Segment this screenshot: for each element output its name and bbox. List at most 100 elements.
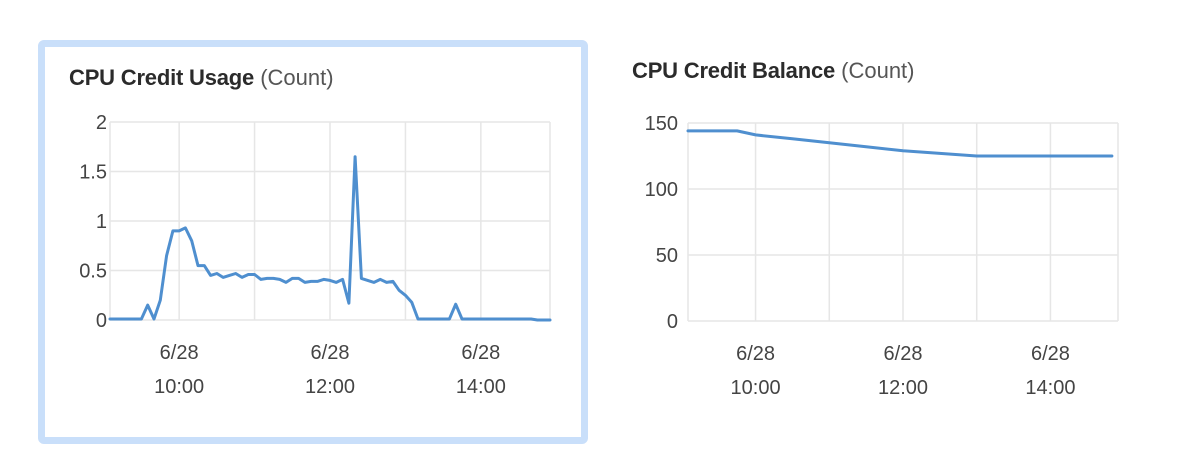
y-tick-label: 150: [645, 113, 678, 135]
y-tick-label: 1.5: [79, 162, 107, 184]
data-point: [366, 279, 369, 282]
data-point: [234, 272, 237, 275]
x-tick-label-time: 10:00: [154, 376, 204, 398]
data-point: [153, 318, 155, 320]
y-tick-label: 2: [96, 112, 107, 134]
data-point: [140, 318, 143, 320]
data-point: [159, 299, 162, 301]
chart-svg: 0 50 100 150 6/28 10:00 6/28 12:00 6/28 14:00: [645, 113, 1119, 399]
data-point: [517, 318, 520, 320]
data-point: [492, 318, 495, 320]
data-point: [222, 276, 224, 279]
data-point: [423, 318, 426, 320]
data-point: [209, 274, 212, 277]
x-tick-label-date: 6/28: [311, 342, 350, 364]
y-tick-label: 100: [645, 179, 678, 201]
data-point: [530, 318, 532, 320]
data-point: [828, 142, 831, 144]
data-point: [486, 318, 488, 320]
data-point: [436, 318, 438, 320]
data-point: [266, 277, 268, 280]
data-point: [310, 280, 312, 283]
data-point: [536, 319, 539, 321]
data-point: [360, 277, 363, 280]
data-point: [404, 294, 407, 297]
data-point: [272, 277, 275, 280]
data-point: [398, 289, 400, 292]
data-point: [228, 274, 231, 277]
data-point: [109, 318, 111, 320]
data-point: [902, 149, 904, 152]
data-point: [291, 277, 294, 280]
data-point: [417, 318, 419, 320]
data-point: [216, 272, 218, 275]
data-point: [134, 318, 136, 320]
data-point: [1111, 155, 1113, 157]
data-point: [165, 254, 168, 257]
data-point: [278, 278, 281, 281]
data-point: [454, 303, 457, 306]
data-point: [297, 277, 300, 280]
x-tick-label-time: 12:00: [305, 376, 355, 398]
data-point: [939, 152, 941, 155]
chart-svg: 0 0.5 1 1.5 2 6/28 10:00 6/28 12:00 6/28 14:00: [79, 112, 552, 398]
data-point: [115, 318, 118, 320]
x-tick-label-date: 6/28: [160, 342, 199, 364]
data-point: [354, 155, 356, 158]
x-tick-label-date: 6/28: [1031, 343, 1070, 365]
data-point: [203, 264, 206, 267]
data-point: [754, 134, 757, 136]
y-tick-label: 1: [96, 211, 107, 233]
data-point: [260, 278, 262, 281]
x-tick-label-time: 14:00: [456, 376, 506, 398]
data-point: [341, 278, 344, 281]
data-point: [392, 280, 394, 283]
data-point: [687, 130, 689, 132]
x-tick-label-time: 12:00: [878, 377, 928, 399]
data-point: [975, 155, 978, 157]
data-point: [385, 281, 388, 284]
data-point: [247, 273, 250, 276]
cpu-credit-balance-panel[interactable]: CPU Credit Balance (Count) 0 50 100 150 6/28…: [610, 40, 1170, 444]
data-point: [717, 130, 720, 132]
data-point: [1012, 155, 1015, 157]
data-point: [791, 138, 794, 140]
data-point: [736, 130, 738, 132]
y-tick-label: 0: [667, 311, 678, 333]
data-point: [448, 318, 451, 320]
x-tick-label-date: 6/28: [884, 343, 923, 365]
data-point: [442, 318, 444, 320]
x-tick-label-time: 14:00: [1025, 377, 1075, 399]
cpu-credit-usage-panel[interactable]: CPU Credit Usage (Count) 0 0.5 1 1.5 2 6/28 10…: [38, 40, 588, 444]
data-point: [429, 318, 432, 320]
data-point: [146, 304, 149, 306]
data-point: [197, 264, 199, 267]
data-point: [348, 302, 350, 304]
data-point: [542, 319, 545, 321]
data-point: [304, 281, 306, 284]
data-point: [498, 318, 501, 320]
data-point: [190, 240, 193, 242]
data-point: [241, 276, 243, 279]
data-point: [253, 273, 256, 276]
data-point: [505, 318, 507, 320]
data-point: [373, 281, 375, 284]
data-point: [524, 318, 526, 320]
data-point: [128, 318, 130, 320]
data-point: [121, 318, 124, 320]
data-point: [178, 230, 180, 232]
data-point: [511, 318, 514, 320]
data-point: [549, 319, 551, 321]
data-point: [172, 230, 174, 232]
data-point: [480, 318, 482, 320]
data-point: [335, 281, 338, 284]
data-point: [467, 318, 470, 320]
y-tick-label: 50: [656, 245, 678, 267]
y-tick-label: 0: [96, 310, 107, 332]
x-tick-label-date: 6/28: [461, 342, 500, 364]
series-line: [686, 129, 1114, 158]
data-point: [1086, 155, 1089, 157]
x-tick-label-date: 6/28: [736, 343, 775, 365]
data-point: [461, 318, 463, 320]
data-point: [865, 146, 867, 148]
